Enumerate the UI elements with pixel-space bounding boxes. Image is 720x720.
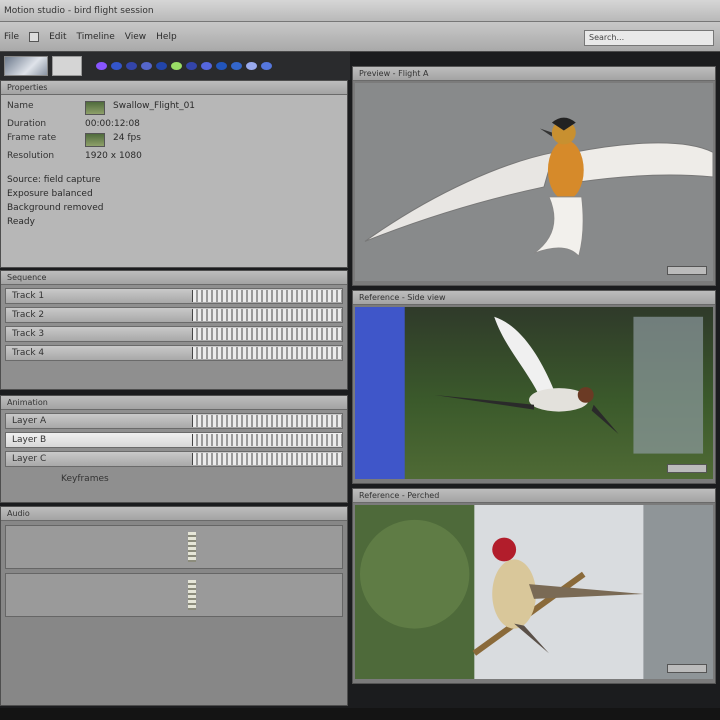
color-swatch[interactable] <box>96 62 107 70</box>
keyframes-label: Keyframes <box>61 474 109 484</box>
timeline-clip[interactable] <box>192 453 342 465</box>
track-label: Track 3 <box>12 329 45 339</box>
timeline-track[interactable]: Layer C <box>5 451 343 467</box>
track-label: Layer C <box>12 454 47 464</box>
viewer-canvas[interactable] <box>355 83 713 281</box>
title-bar: Motion studio - bird flight session <box>0 0 720 22</box>
playhead-marker[interactable] <box>188 532 196 562</box>
sequence-header: Sequence <box>1 271 347 285</box>
timeline-track[interactable]: Track 2 <box>5 307 343 323</box>
note-text: Background removed <box>7 203 104 213</box>
viewer-canvas[interactable] <box>355 505 713 679</box>
prop-row: Name Swallow_Flight_01 <box>1 99 347 117</box>
prop-row: Resolution 1920 x 1080 <box>1 149 347 163</box>
prop-value: 24 fps <box>113 133 141 143</box>
viewer-flight-a: Preview - Flight A <box>352 66 716 286</box>
prop-key: Resolution <box>7 151 55 161</box>
note-text: Source: field capture <box>7 175 101 185</box>
swallow-photo <box>355 307 713 479</box>
timeline-clip[interactable] <box>192 434 342 446</box>
timeline-clip[interactable] <box>192 347 342 359</box>
timeline-clip[interactable] <box>192 415 342 427</box>
timeline-clip[interactable] <box>192 328 342 340</box>
menu-edit[interactable]: Edit <box>49 32 66 42</box>
menu-help[interactable]: Help <box>156 32 177 42</box>
prop-key: Duration <box>7 119 47 129</box>
grid-icon[interactable] <box>29 31 40 42</box>
color-swatch[interactable] <box>246 62 257 70</box>
color-swatch[interactable] <box>156 62 167 70</box>
viewer-header: Preview - Flight A <box>353 67 715 81</box>
note-text: Exposure balanced <box>7 189 93 199</box>
playhead-marker[interactable] <box>188 580 196 610</box>
audio-track[interactable] <box>5 573 343 617</box>
note-row: Exposure balanced <box>1 187 347 201</box>
prop-row: Frame rate 24 fps <box>1 131 347 149</box>
viewer-perched: Reference - Perched <box>352 488 716 684</box>
prop-value: 00:00:12:08 <box>85 119 140 129</box>
menu-bar: File Edit Timeline View Help Search... <box>0 22 720 52</box>
bird-illustration <box>355 83 713 281</box>
note-row: Source: field capture <box>1 173 347 187</box>
toolbar-strip <box>0 52 350 80</box>
viewer-toggle-button[interactable] <box>667 266 707 275</box>
status-text: Ready <box>7 217 35 227</box>
prop-key: Frame rate <box>7 133 57 143</box>
audio-header: Audio <box>1 507 347 521</box>
status-row: Ready <box>1 215 347 229</box>
color-swatch[interactable] <box>216 62 227 70</box>
timeline-track[interactable]: Layer A <box>5 413 343 429</box>
status-bar <box>0 708 720 720</box>
viewer-side-view: Reference - Side view <box>352 290 716 484</box>
menu-timeline[interactable]: Timeline <box>77 32 115 42</box>
color-swatch[interactable] <box>171 62 182 70</box>
prop-row: Duration 00:00:12:08 <box>1 117 347 131</box>
color-swatch[interactable] <box>141 62 152 70</box>
viewer-header: Reference - Side view <box>353 291 715 305</box>
menu-file[interactable]: File <box>4 32 19 42</box>
color-swatch[interactable] <box>126 62 137 70</box>
clip-thumbnail[interactable] <box>85 133 105 147</box>
track-label: Layer B <box>12 435 47 445</box>
project-thumbnail-2[interactable] <box>52 56 82 76</box>
track-label: Track 1 <box>12 291 45 301</box>
color-swatch[interactable] <box>111 62 122 70</box>
prop-value: 1920 x 1080 <box>85 151 142 161</box>
audio-panel: Audio <box>0 506 348 706</box>
window-title: Motion studio - bird flight session <box>4 5 154 16</box>
prop-value: Swallow_Flight_01 <box>113 101 196 111</box>
sequence-panel: Sequence Track 1 Track 2 Track 3 Track 4 <box>0 270 348 390</box>
animation-panel: Animation Layer A Layer B Layer C Keyfra… <box>0 395 348 503</box>
viewer-toggle-button[interactable] <box>667 664 707 673</box>
color-swatch[interactable] <box>261 62 272 70</box>
properties-panel: Properties Name Swallow_Flight_01 Duratio… <box>0 80 348 268</box>
viewer-canvas[interactable] <box>355 307 713 479</box>
properties-header: Properties <box>1 81 347 95</box>
clip-thumbnail[interactable] <box>85 101 105 115</box>
audio-track[interactable] <box>5 525 343 569</box>
timeline-clip[interactable] <box>192 309 342 321</box>
search-input[interactable]: Search... <box>584 30 714 46</box>
perched-bird-photo <box>355 505 713 679</box>
timeline-track[interactable]: Track 1 <box>5 288 343 304</box>
viewer-toggle-button[interactable] <box>667 464 707 473</box>
viewer-header: Reference - Perched <box>353 489 715 503</box>
timeline-clip[interactable] <box>192 290 342 302</box>
timeline-track-selected[interactable]: Layer B <box>5 432 343 448</box>
color-palette <box>96 62 272 70</box>
color-swatch[interactable] <box>201 62 212 70</box>
app-window: Motion studio - bird flight session File… <box>0 0 720 720</box>
track-label: Track 4 <box>12 348 45 358</box>
project-thumbnail[interactable] <box>4 56 48 76</box>
prop-key: Name <box>7 101 34 111</box>
track-label: Track 2 <box>12 310 45 320</box>
timeline-track[interactable]: Track 4 <box>5 345 343 361</box>
note-row: Background removed <box>1 201 347 215</box>
color-swatch[interactable] <box>186 62 197 70</box>
timeline-track[interactable]: Track 3 <box>5 326 343 342</box>
color-swatch[interactable] <box>231 62 242 70</box>
track-label: Layer A <box>12 416 47 426</box>
menu-view[interactable]: View <box>125 32 146 42</box>
animation-header: Animation <box>1 396 347 410</box>
